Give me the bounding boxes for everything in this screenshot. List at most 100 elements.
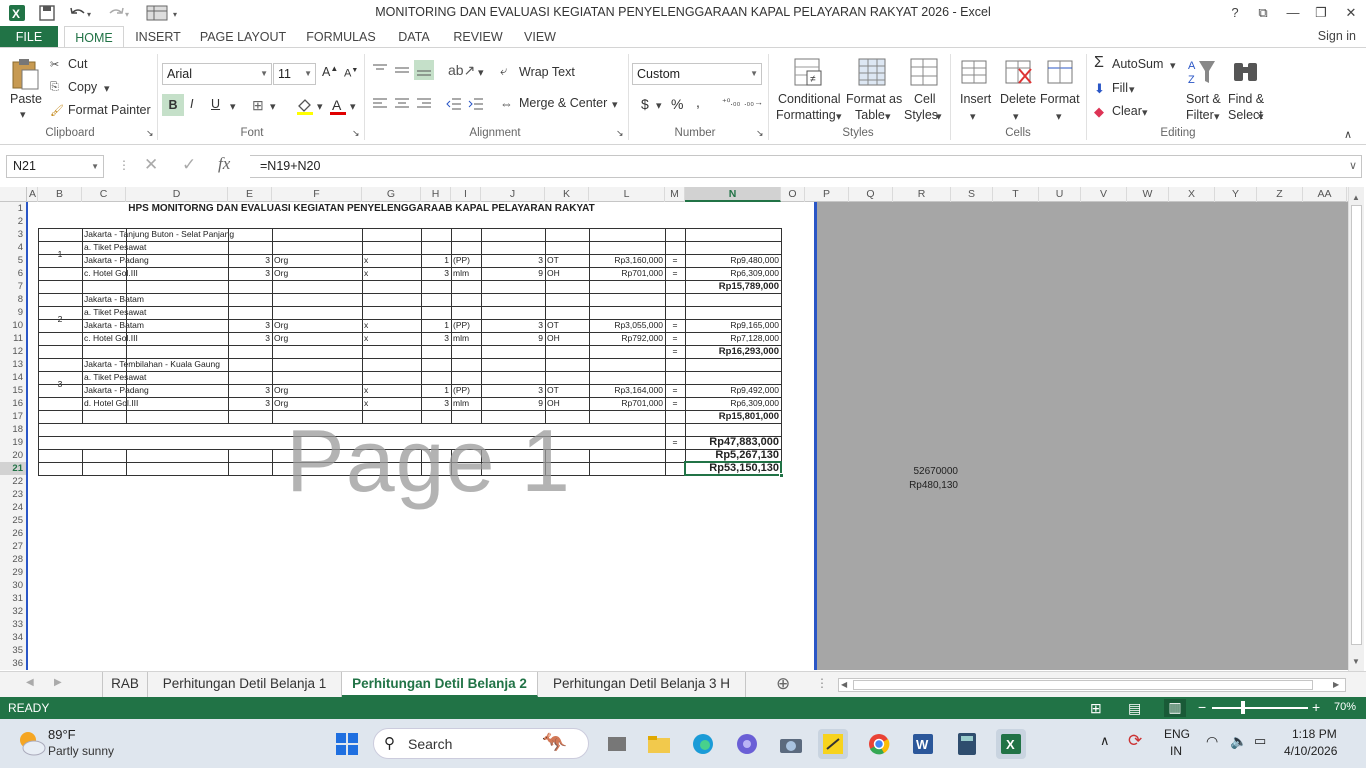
horizontal-scrollbar[interactable]: ◀ ▶ — [838, 678, 1346, 692]
t-unit-cell[interactable]: OT — [545, 319, 589, 332]
ribbon-display-icon[interactable]: ⧉ — [1250, 3, 1276, 23]
column-header[interactable]: K — [545, 187, 589, 202]
fill-dropdown-icon[interactable]: ▾ — [1129, 83, 1135, 96]
row-header[interactable]: 4 — [0, 241, 27, 254]
language-2[interactable]: IN — [1170, 744, 1182, 758]
language-1[interactable]: ENG — [1164, 727, 1190, 741]
fill-handle[interactable] — [779, 473, 784, 478]
sheet-tab-detil-2[interactable]: Perhitungan Detil Belanja 2 — [342, 672, 538, 697]
t-unit-cell[interactable]: OH — [545, 397, 589, 410]
conditional-dropdown-icon[interactable]: ▾ — [836, 110, 842, 123]
font-size-combo[interactable]: 11 ▼ — [273, 63, 316, 85]
format-cells-button[interactable]: Format — [1040, 92, 1080, 106]
taskbar-search[interactable]: ⚲ Search 🦘 — [373, 728, 589, 759]
sync-icon[interactable]: ⟳ — [1128, 731, 1142, 751]
ticket-label-cell[interactable]: a. Tiket Pesawat — [82, 241, 272, 254]
eq-cell[interactable]: = — [665, 319, 685, 332]
underline-button[interactable]: U — [211, 97, 220, 111]
t-unit-cell[interactable]: OT — [545, 254, 589, 267]
amount-cell[interactable]: Rp9,492,000 — [685, 384, 781, 397]
cell-styles-label-2[interactable]: Styles — [904, 108, 938, 122]
row-header[interactable]: 10 — [0, 319, 27, 332]
row-header[interactable]: 7 — [0, 280, 27, 293]
app-icon[interactable] — [732, 729, 762, 759]
binoculars-icon[interactable] — [1230, 56, 1262, 88]
row-header[interactable]: 6 — [0, 267, 27, 280]
scroll-down-icon[interactable]: ▼ — [1352, 657, 1360, 666]
column-header[interactable]: T — [993, 187, 1039, 202]
unit-cell[interactable]: Org — [272, 254, 362, 267]
edge-icon[interactable] — [688, 729, 718, 759]
route-cell[interactable]: Jakarta - Batam — [82, 293, 272, 306]
font-name-combo[interactable]: Arial ▼ — [162, 63, 272, 85]
eq-cell[interactable]: = — [665, 345, 685, 358]
column-header[interactable]: Z — [1257, 187, 1303, 202]
column-header[interactable]: X — [1169, 187, 1215, 202]
column-header[interactable]: P — [805, 187, 849, 202]
prev-sheet-icon[interactable]: ◀ — [26, 677, 34, 688]
amount-cell[interactable]: Rp9,480,000 — [685, 254, 781, 267]
cut-icon[interactable]: ✂ — [50, 58, 59, 71]
n-unit-cell[interactable]: (PP) — [451, 254, 481, 267]
restore-button[interactable]: ❐ — [1308, 3, 1334, 23]
row-header[interactable]: 13 — [0, 358, 27, 371]
conditional-formatting-icon[interactable]: ≠ — [792, 56, 824, 88]
column-header[interactable]: N — [685, 187, 781, 202]
row-header[interactable]: 18 — [0, 423, 27, 436]
row-header[interactable]: 21 — [0, 462, 27, 475]
tab-home[interactable]: HOME — [64, 26, 124, 48]
weather-temp[interactable]: 89°F — [48, 727, 76, 742]
insert-cells-icon[interactable] — [958, 56, 990, 88]
n-cell[interactable]: 1 — [421, 254, 451, 267]
t-unit-cell[interactable]: OH — [545, 332, 589, 345]
qty-cell[interactable]: 3 — [228, 267, 272, 280]
unit-cell[interactable]: Org — [272, 397, 362, 410]
clear-dropdown-icon[interactable]: ▾ — [1142, 106, 1148, 119]
column-header[interactable]: L — [589, 187, 665, 202]
n-unit-cell[interactable]: (PP) — [451, 384, 481, 397]
row-header[interactable]: 15 — [0, 384, 27, 397]
row-header[interactable]: 23 — [0, 488, 27, 501]
conditional-formatting-label-1[interactable]: Conditional — [778, 92, 841, 106]
weather-icon[interactable] — [14, 728, 46, 758]
n-cell[interactable]: 1 — [421, 319, 451, 332]
percent-button[interactable]: % — [671, 96, 683, 112]
column-header[interactable]: H — [421, 187, 451, 202]
orientation-icon[interactable]: ab↗ — [448, 62, 475, 79]
price-cell[interactable]: Rp792,000 — [589, 332, 665, 345]
align-middle-icon[interactable] — [392, 60, 412, 80]
vertical-scrollbar[interactable]: ▲ ▼ — [1348, 187, 1364, 671]
next-sheet-icon[interactable]: ▶ — [54, 677, 62, 688]
font-color-dropdown-icon[interactable]: ▾ — [350, 100, 356, 113]
expand-formula-icon[interactable]: ∨ — [1349, 156, 1357, 177]
column-header[interactable]: D — [126, 187, 228, 202]
italic-button[interactable]: I — [190, 97, 193, 111]
copy-dropdown-icon[interactable]: ▾ — [104, 82, 110, 95]
x-cell[interactable]: x — [362, 384, 421, 397]
desc-cell[interactable]: d. Hotel Gol.III — [82, 397, 228, 410]
total-cell[interactable]: 9 — [481, 332, 545, 345]
paste-dropdown-icon[interactable]: ▾ — [20, 108, 26, 121]
add-sheet-icon[interactable]: ⊕ — [776, 674, 790, 694]
eq-cell[interactable]: = — [665, 384, 685, 397]
n-unit-cell[interactable]: (PP) — [451, 319, 481, 332]
formula-input[interactable]: =N19+N20 ∨ — [250, 155, 1362, 178]
fill-color-icon[interactable] — [294, 96, 316, 116]
tab-data[interactable]: DATA — [392, 26, 436, 48]
sort-filter-label-1[interactable]: Sort & — [1186, 92, 1221, 106]
merge-dropdown-icon[interactable]: ▾ — [612, 98, 618, 111]
underline-dropdown-icon[interactable]: ▾ — [230, 100, 236, 113]
column-header[interactable]: U — [1039, 187, 1081, 202]
align-top-icon[interactable] — [370, 60, 390, 80]
row-header[interactable]: 29 — [0, 566, 27, 579]
delete-cells-button[interactable]: Delete — [1000, 92, 1036, 106]
copy-button[interactable]: Copy — [68, 80, 97, 94]
wifi-icon[interactable]: ◠ — [1206, 733, 1218, 750]
close-button[interactable]: ✕ — [1338, 3, 1364, 23]
tab-review[interactable]: REVIEW — [450, 26, 506, 48]
sticky-notes-icon[interactable] — [818, 729, 848, 759]
subtotal-cell[interactable]: Rp15,789,000 — [685, 280, 781, 293]
format-as-table-label-2[interactable]: Table — [855, 108, 885, 122]
file-explorer-icon[interactable] — [644, 729, 674, 759]
delete-cells-icon[interactable] — [1002, 56, 1034, 88]
